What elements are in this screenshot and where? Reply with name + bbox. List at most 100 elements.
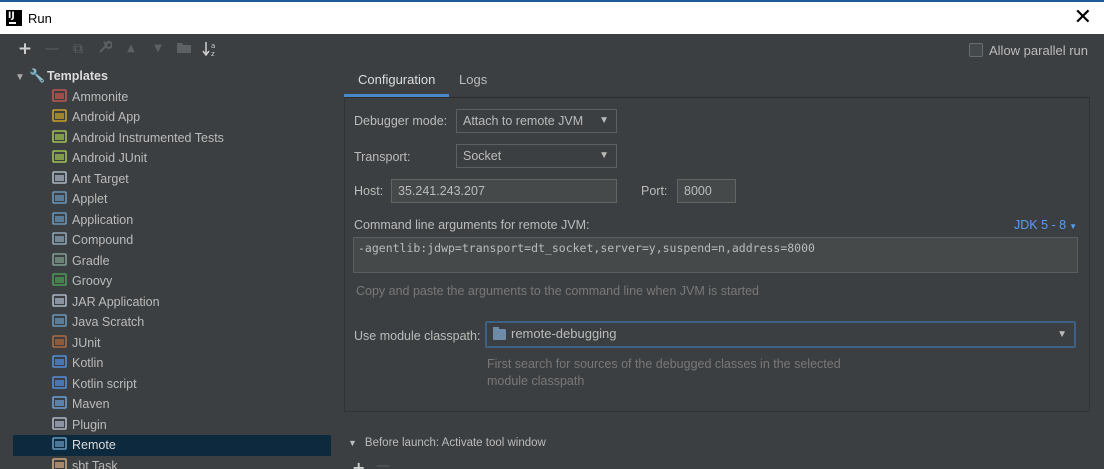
tree-item[interactable]: JAR Application <box>13 292 331 313</box>
chevron-down-icon: ▼ <box>1057 329 1067 340</box>
host-field[interactable]: 35.241.243.207 <box>391 179 617 203</box>
tree-item[interactable]: Groovy <box>13 271 331 292</box>
tree-item[interactable]: Kotlin <box>13 353 331 374</box>
tree-toolbar: + — ⧉ ▲ ▼ az <box>0 34 340 66</box>
tree-item[interactable]: JUnit <box>13 333 331 354</box>
tree-item-label: Compound <box>72 233 134 247</box>
remove-icon[interactable]: — <box>43 40 61 58</box>
android-junit-icon <box>52 150 68 164</box>
cmd-args-label: Command line arguments for remote JVM: <box>354 218 590 232</box>
tree-item[interactable]: Remote <box>13 435 331 456</box>
tree-item[interactable]: Android App <box>13 107 331 128</box>
tree-item[interactable]: Compound <box>13 230 331 251</box>
new-folder-icon[interactable] <box>175 40 193 58</box>
close-icon[interactable]: ✕ <box>1074 5 1092 31</box>
wrench-icon: 🔧 <box>29 69 46 84</box>
tree-item-label: Java Scratch <box>72 315 145 329</box>
jdk-version-link[interactable]: JDK 5 - 8 ▼ <box>1014 218 1077 232</box>
run-config-tree: ▼ 🔧 Templates Ammonite Android App Android I… <box>13 66 331 469</box>
tree-item[interactable]: Application <box>13 210 331 231</box>
chevron-down-icon: ▼ <box>1069 222 1078 231</box>
svg-text:a: a <box>211 42 215 50</box>
tree-item[interactable]: sbt Task <box>13 456 331 469</box>
kotlin-icon <box>52 355 68 369</box>
checkbox-icon[interactable] <box>969 43 983 57</box>
collapse-arrow-icon[interactable]: ▼ <box>348 438 357 448</box>
before-launch-label: Before launch: Activate tool window <box>364 437 546 449</box>
tree-item-label: Groovy <box>72 274 113 288</box>
tree-item-label: JUnit <box>72 335 101 350</box>
port-field[interactable]: 8000 <box>677 179 736 203</box>
tree-item-label: Android App <box>72 110 141 124</box>
debugger-mode-value: Attach to remote JVM <box>463 114 584 128</box>
remove-task-icon[interactable]: — <box>376 458 390 469</box>
tree-item[interactable]: Android JUnit <box>13 148 331 169</box>
sbt-icon <box>52 457 68 469</box>
before-launch-header[interactable]: ▼ Before launch: Activate tool window <box>348 437 546 449</box>
tree-root-templates[interactable]: ▼ 🔧 Templates <box>13 66 331 87</box>
gradle-icon <box>52 252 68 267</box>
debugger-mode-combo[interactable]: Attach to remote JVM ▼ <box>456 109 617 133</box>
tree-item[interactable]: Kotlin script <box>13 374 331 395</box>
tree-item[interactable]: Gradle <box>13 251 331 272</box>
kotlin-script-icon <box>52 375 68 390</box>
transport-combo[interactable]: Socket ▼ <box>456 144 617 168</box>
chevron-down-icon: ▼ <box>599 150 609 161</box>
tree-item-label: Maven <box>72 397 110 411</box>
tree-item[interactable]: Android Instrumented Tests <box>13 128 331 149</box>
cmd-args-field[interactable]: -agentlib:jdwp=transport=dt_socket,serve… <box>353 237 1078 273</box>
move-up-icon[interactable]: ▲ <box>122 40 140 58</box>
intellij-app-icon: IJ <box>6 10 22 26</box>
tree-item-label: JAR Application <box>72 294 160 309</box>
compound-icon <box>52 232 68 246</box>
tab-configuration[interactable]: Configuration <box>344 66 450 97</box>
allow-parallel-checkbox[interactable]: Allow parallel run <box>969 42 1088 60</box>
module-classpath-value: remote-debugging <box>511 326 617 341</box>
tree-item-label: Remote <box>72 438 116 452</box>
allow-parallel-label: Allow parallel run <box>989 43 1088 58</box>
svg-text:z: z <box>211 50 215 58</box>
module-hint-line2: module classpath <box>487 374 585 388</box>
tree-item-label: Android JUnit <box>72 151 148 165</box>
application-icon <box>52 211 68 226</box>
edit-defaults-icon[interactable] <box>96 40 114 58</box>
tree-item-label: Ant Target <box>72 171 129 186</box>
java-scratch-icon <box>52 314 68 328</box>
tree-item[interactable]: Ant Target <box>13 169 331 190</box>
jdk-version-text: JDK 5 - 8 <box>1014 218 1067 232</box>
window-title: Run <box>28 11 52 26</box>
chevron-down-icon: ▼ <box>599 115 609 126</box>
tree-item-label: Kotlin <box>72 356 104 370</box>
expand-arrow-icon[interactable]: ▼ <box>15 68 29 89</box>
add-icon[interactable]: + <box>16 40 34 58</box>
tree-root-label: Templates <box>47 69 108 83</box>
tree-item[interactable]: Plugin <box>13 415 331 436</box>
tree-item-label: Gradle <box>72 253 110 268</box>
tree-item-label: Plugin <box>72 417 107 432</box>
junit-icon <box>52 334 68 349</box>
tree-item[interactable]: Java Scratch <box>13 312 331 333</box>
tree-item[interactable]: Maven <box>13 394 331 415</box>
tree-item-label: Kotlin script <box>72 376 137 391</box>
module-classpath-combo[interactable]: remote-debugging ▼ <box>485 321 1076 348</box>
plugin-icon <box>52 416 68 431</box>
module-folder-icon <box>493 327 506 340</box>
tree-item-label: Ammonite <box>72 89 129 104</box>
ant-icon <box>52 170 68 185</box>
move-down-icon[interactable]: ▼ <box>149 40 167 58</box>
debugger-mode-label: Debugger mode: <box>354 114 448 128</box>
tree-item[interactable]: Applet <box>13 189 331 210</box>
add-task-icon[interactable]: + <box>352 458 365 469</box>
tab-logs[interactable]: Logs <box>445 66 501 97</box>
module-hint-line1: First search for sources of the debugged… <box>487 357 841 371</box>
copy-icon[interactable]: ⧉ <box>69 40 87 58</box>
applet-icon <box>52 191 68 205</box>
groovy-icon <box>52 273 68 287</box>
jar-icon <box>52 293 68 308</box>
tree-item-label: Applet <box>72 192 108 206</box>
transport-label: Transport: <box>354 150 411 164</box>
tree-item[interactable]: Ammonite <box>13 87 331 108</box>
remote-icon <box>52 437 68 451</box>
sort-icon[interactable]: az <box>202 40 220 58</box>
android-tests-icon <box>52 129 68 144</box>
